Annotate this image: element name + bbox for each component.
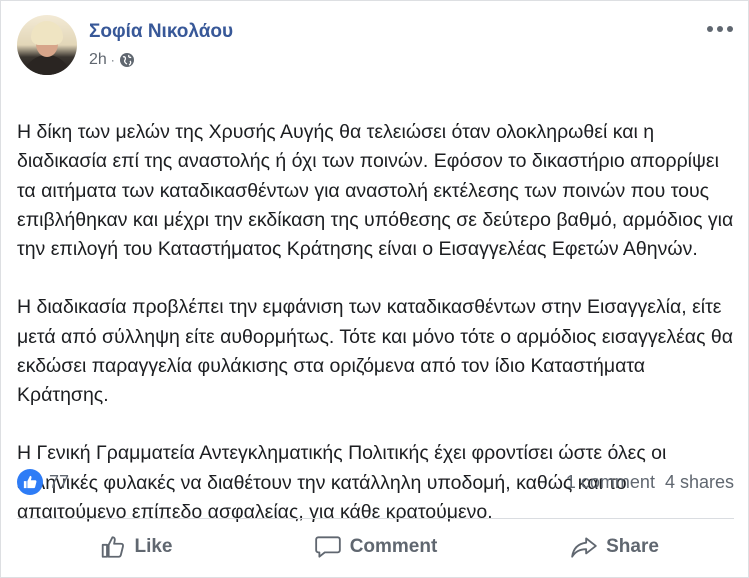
- post-timestamp[interactable]: 2h: [89, 51, 107, 69]
- facebook-post: Σοφία Νικολάου 2h · Η δίκη των μελών της…: [0, 0, 749, 578]
- like-reaction-icon[interactable]: [17, 469, 43, 495]
- like-label: Like: [134, 536, 173, 557]
- author-name[interactable]: Σοφία Νικολάου: [89, 21, 233, 43]
- comment-count[interactable]: 1 comment: [566, 472, 655, 493]
- divider: [17, 518, 734, 519]
- avatar[interactable]: [17, 15, 77, 75]
- like-button[interactable]: Like: [17, 523, 256, 571]
- more-options-icon[interactable]: [706, 19, 734, 39]
- more-dot: [707, 26, 713, 32]
- post-paragraph: Η διαδικασία προβλέπει την εμφάνιση των …: [17, 296, 734, 407]
- engagement-counts: 1 comment 4 shares: [566, 472, 734, 493]
- share-arrow-icon: [571, 537, 597, 558]
- avatar-body: [23, 55, 71, 75]
- reaction-count[interactable]: 77: [49, 472, 69, 493]
- thumbs-up-icon: [102, 536, 125, 558]
- comment-button[interactable]: Comment: [256, 523, 495, 571]
- share-count[interactable]: 4 shares: [665, 472, 734, 493]
- share-label: Share: [606, 536, 659, 557]
- comment-label: Comment: [349, 536, 438, 557]
- more-dot: [727, 26, 733, 32]
- more-dot: [717, 26, 723, 32]
- post-meta: 2h ·: [89, 51, 135, 69]
- post-stats: 77 1 comment 4 shares: [17, 467, 734, 497]
- avatar-hair: [31, 21, 63, 45]
- meta-separator: ·: [110, 53, 115, 67]
- globe-icon[interactable]: [119, 52, 135, 68]
- post-header: Σοφία Νικολάου 2h ·: [17, 15, 734, 79]
- action-bar: Like Comment Share: [17, 523, 734, 571]
- share-button[interactable]: Share: [495, 523, 734, 571]
- comment-bubble-icon: [314, 536, 341, 558]
- post-paragraph: Η δίκη των μελών της Χρυσής Αυγής θα τελ…: [17, 121, 734, 261]
